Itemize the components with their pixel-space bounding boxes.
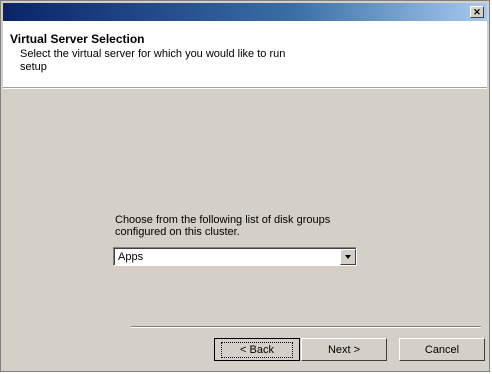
setup-dialog: ✕ Virtual Server Selection Select the vi… [0, 0, 490, 372]
back-button[interactable]: < Back [214, 338, 300, 361]
next-button-label: Next > [327, 343, 361, 356]
dropdown-button[interactable] [340, 249, 356, 265]
close-icon: ✕ [473, 6, 481, 17]
button-divider [131, 326, 481, 328]
select-field[interactable]: Apps [114, 248, 356, 265]
select-value: Apps [118, 251, 144, 263]
cancel-button[interactable]: Cancel [399, 338, 485, 361]
next-button[interactable]: Next > [301, 338, 387, 361]
disk-group-select[interactable]: Apps [113, 247, 357, 266]
header-divider [3, 88, 487, 89]
back-button-label: < Back [221, 341, 293, 358]
cancel-button-label: Cancel [424, 343, 460, 356]
disk-group-prompt: Choose from the following list of disk g… [115, 214, 331, 238]
page-title: Virtual Server Selection [10, 32, 145, 46]
chevron-down-icon [345, 255, 351, 259]
close-button[interactable]: ✕ [470, 6, 484, 18]
page-subtitle: Select the virtual server for which you … [20, 48, 286, 73]
header-panel: Virtual Server Selection Select the virt… [3, 21, 487, 88]
title-bar[interactable]: ✕ [3, 3, 487, 21]
